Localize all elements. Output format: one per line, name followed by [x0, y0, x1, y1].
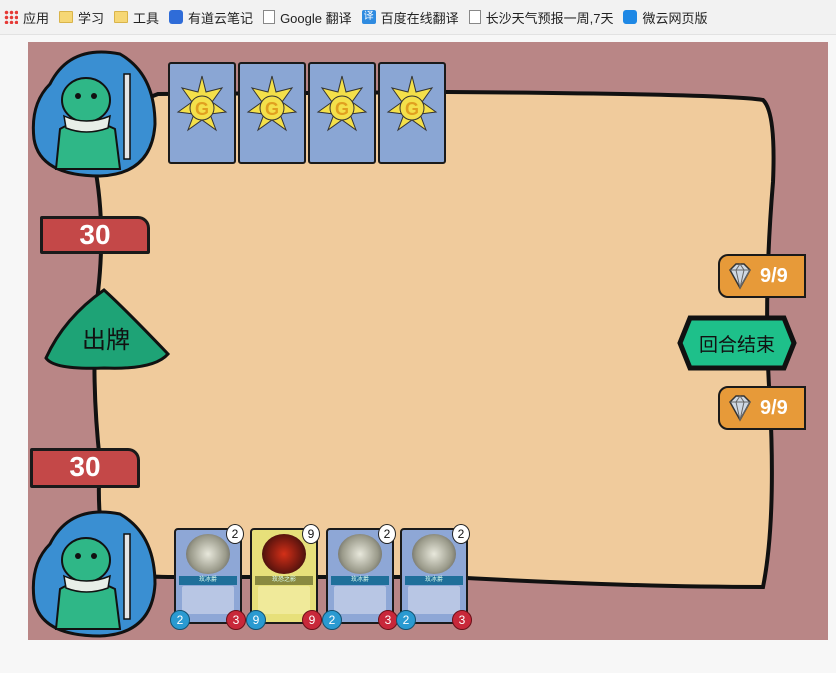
player-hero-portrait[interactable]	[30, 504, 158, 639]
bookmark-label: 微云网页版	[642, 10, 708, 26]
sun-g-icon: G	[316, 75, 368, 132]
card-name: 玫冰爵	[331, 576, 389, 585]
card-art	[412, 534, 456, 574]
card-health: 9	[302, 610, 322, 630]
hand-card[interactable]: 玫恐之影 9 9 9	[246, 524, 322, 630]
bookmark-tools-folder[interactable]: 工具	[110, 0, 165, 34]
bookmark-label: 应用	[23, 10, 50, 26]
bookmark-label: 有道云笔记	[188, 10, 254, 26]
card-name: 玫冰爵	[179, 576, 237, 585]
bookmark-label: Google 翻译	[280, 10, 352, 26]
youdao-icon	[169, 10, 184, 24]
card-cost: 2	[378, 524, 396, 544]
opponent-hp: 30	[40, 216, 150, 254]
card-health: 3	[452, 610, 472, 630]
bookmark-baidu-translate[interactable]: 译百度在线翻译	[358, 0, 465, 34]
hand-card[interactable]: 玫冰爵 2 2 3	[170, 524, 246, 630]
card-health: 3	[226, 610, 246, 630]
hand-card[interactable]: 玫冰爵 2 2 3	[396, 524, 472, 630]
apps-grid-icon	[4, 10, 18, 24]
deck-card-letter: G	[405, 99, 419, 119]
end-turn-button[interactable]: 回合结束	[676, 312, 798, 374]
opponent-deck-card: G	[308, 62, 376, 164]
deck-card-letter: G	[265, 99, 279, 119]
bookmark-apps[interactable]: 应用	[0, 0, 55, 34]
card-body	[258, 586, 310, 614]
game-canvas: G G G G 30 出牌 30 9/9 9/9 回合结束 玫冰爵 2 2 3 …	[28, 42, 828, 640]
play-card-button[interactable]: 出牌	[44, 288, 172, 372]
player-mana: 9/9	[718, 386, 806, 430]
bookmark-weather[interactable]: 长沙天气预报一周,7天	[465, 0, 620, 34]
folder-icon	[59, 11, 74, 23]
cloud-icon	[623, 10, 638, 24]
opponent-deck-card: G	[238, 62, 306, 164]
card-body	[408, 586, 460, 614]
diamond-icon	[729, 263, 751, 290]
card-attack: 2	[322, 610, 342, 630]
bookmark-youdao[interactable]: 有道云笔记	[165, 0, 259, 34]
page-icon	[263, 10, 276, 24]
card-name: 玫恐之影	[255, 576, 313, 585]
opponent-deck-card: G	[168, 62, 236, 164]
card-body	[334, 586, 386, 614]
parchment	[91, 89, 776, 590]
card-name: 玫冰爵	[405, 576, 463, 585]
card-attack: 2	[396, 610, 416, 630]
sun-g-icon: G	[386, 75, 438, 132]
card-attack: 9	[246, 610, 266, 630]
play-card-label: 出牌	[82, 327, 130, 354]
bookmark-label: 长沙天气预报一周,7天	[485, 10, 614, 26]
card-art	[262, 534, 306, 574]
deck-card-letter: G	[195, 99, 209, 119]
folder-icon	[114, 11, 129, 23]
deck-card-letter: G	[335, 99, 349, 119]
translate-icon: 译	[361, 10, 376, 24]
bookmark-weiyun[interactable]: 微云网页版	[619, 0, 713, 34]
sun-g-icon: G	[176, 75, 228, 132]
bookmark-study-folder[interactable]: 学习	[55, 0, 110, 34]
card-attack: 2	[170, 610, 190, 630]
sun-g-icon: G	[246, 75, 298, 132]
page-icon	[468, 10, 481, 24]
bookmark-google-translate[interactable]: Google 翻译	[259, 0, 358, 34]
card-health: 3	[378, 610, 398, 630]
card-cost: 2	[226, 524, 244, 544]
card-art	[186, 534, 230, 574]
opponent-mana-value: 9/9	[760, 264, 788, 287]
bookmark-label: 百度在线翻译	[380, 10, 459, 26]
hand-card[interactable]: 玫冰爵 2 2 3	[322, 524, 398, 630]
opponent-mana: 9/9	[718, 254, 806, 298]
opponent-deck-card: G	[378, 62, 446, 164]
player-hp: 30	[30, 448, 140, 488]
card-art	[338, 534, 382, 574]
end-turn-label: 回合结束	[699, 334, 775, 356]
player-mana-value: 9/9	[760, 396, 788, 419]
bookmarks-bar: 应用 学习 工具 有道云笔记 Google 翻译 译百度在线翻译 长沙天气预报一…	[0, 0, 836, 35]
bookmark-label: 工具	[133, 10, 160, 26]
card-cost: 2	[452, 524, 470, 544]
diamond-icon	[729, 395, 751, 422]
card-cost: 9	[302, 524, 320, 544]
opponent-hero-portrait[interactable]	[30, 44, 158, 179]
bookmark-label: 学习	[78, 10, 105, 26]
card-body	[182, 586, 234, 614]
